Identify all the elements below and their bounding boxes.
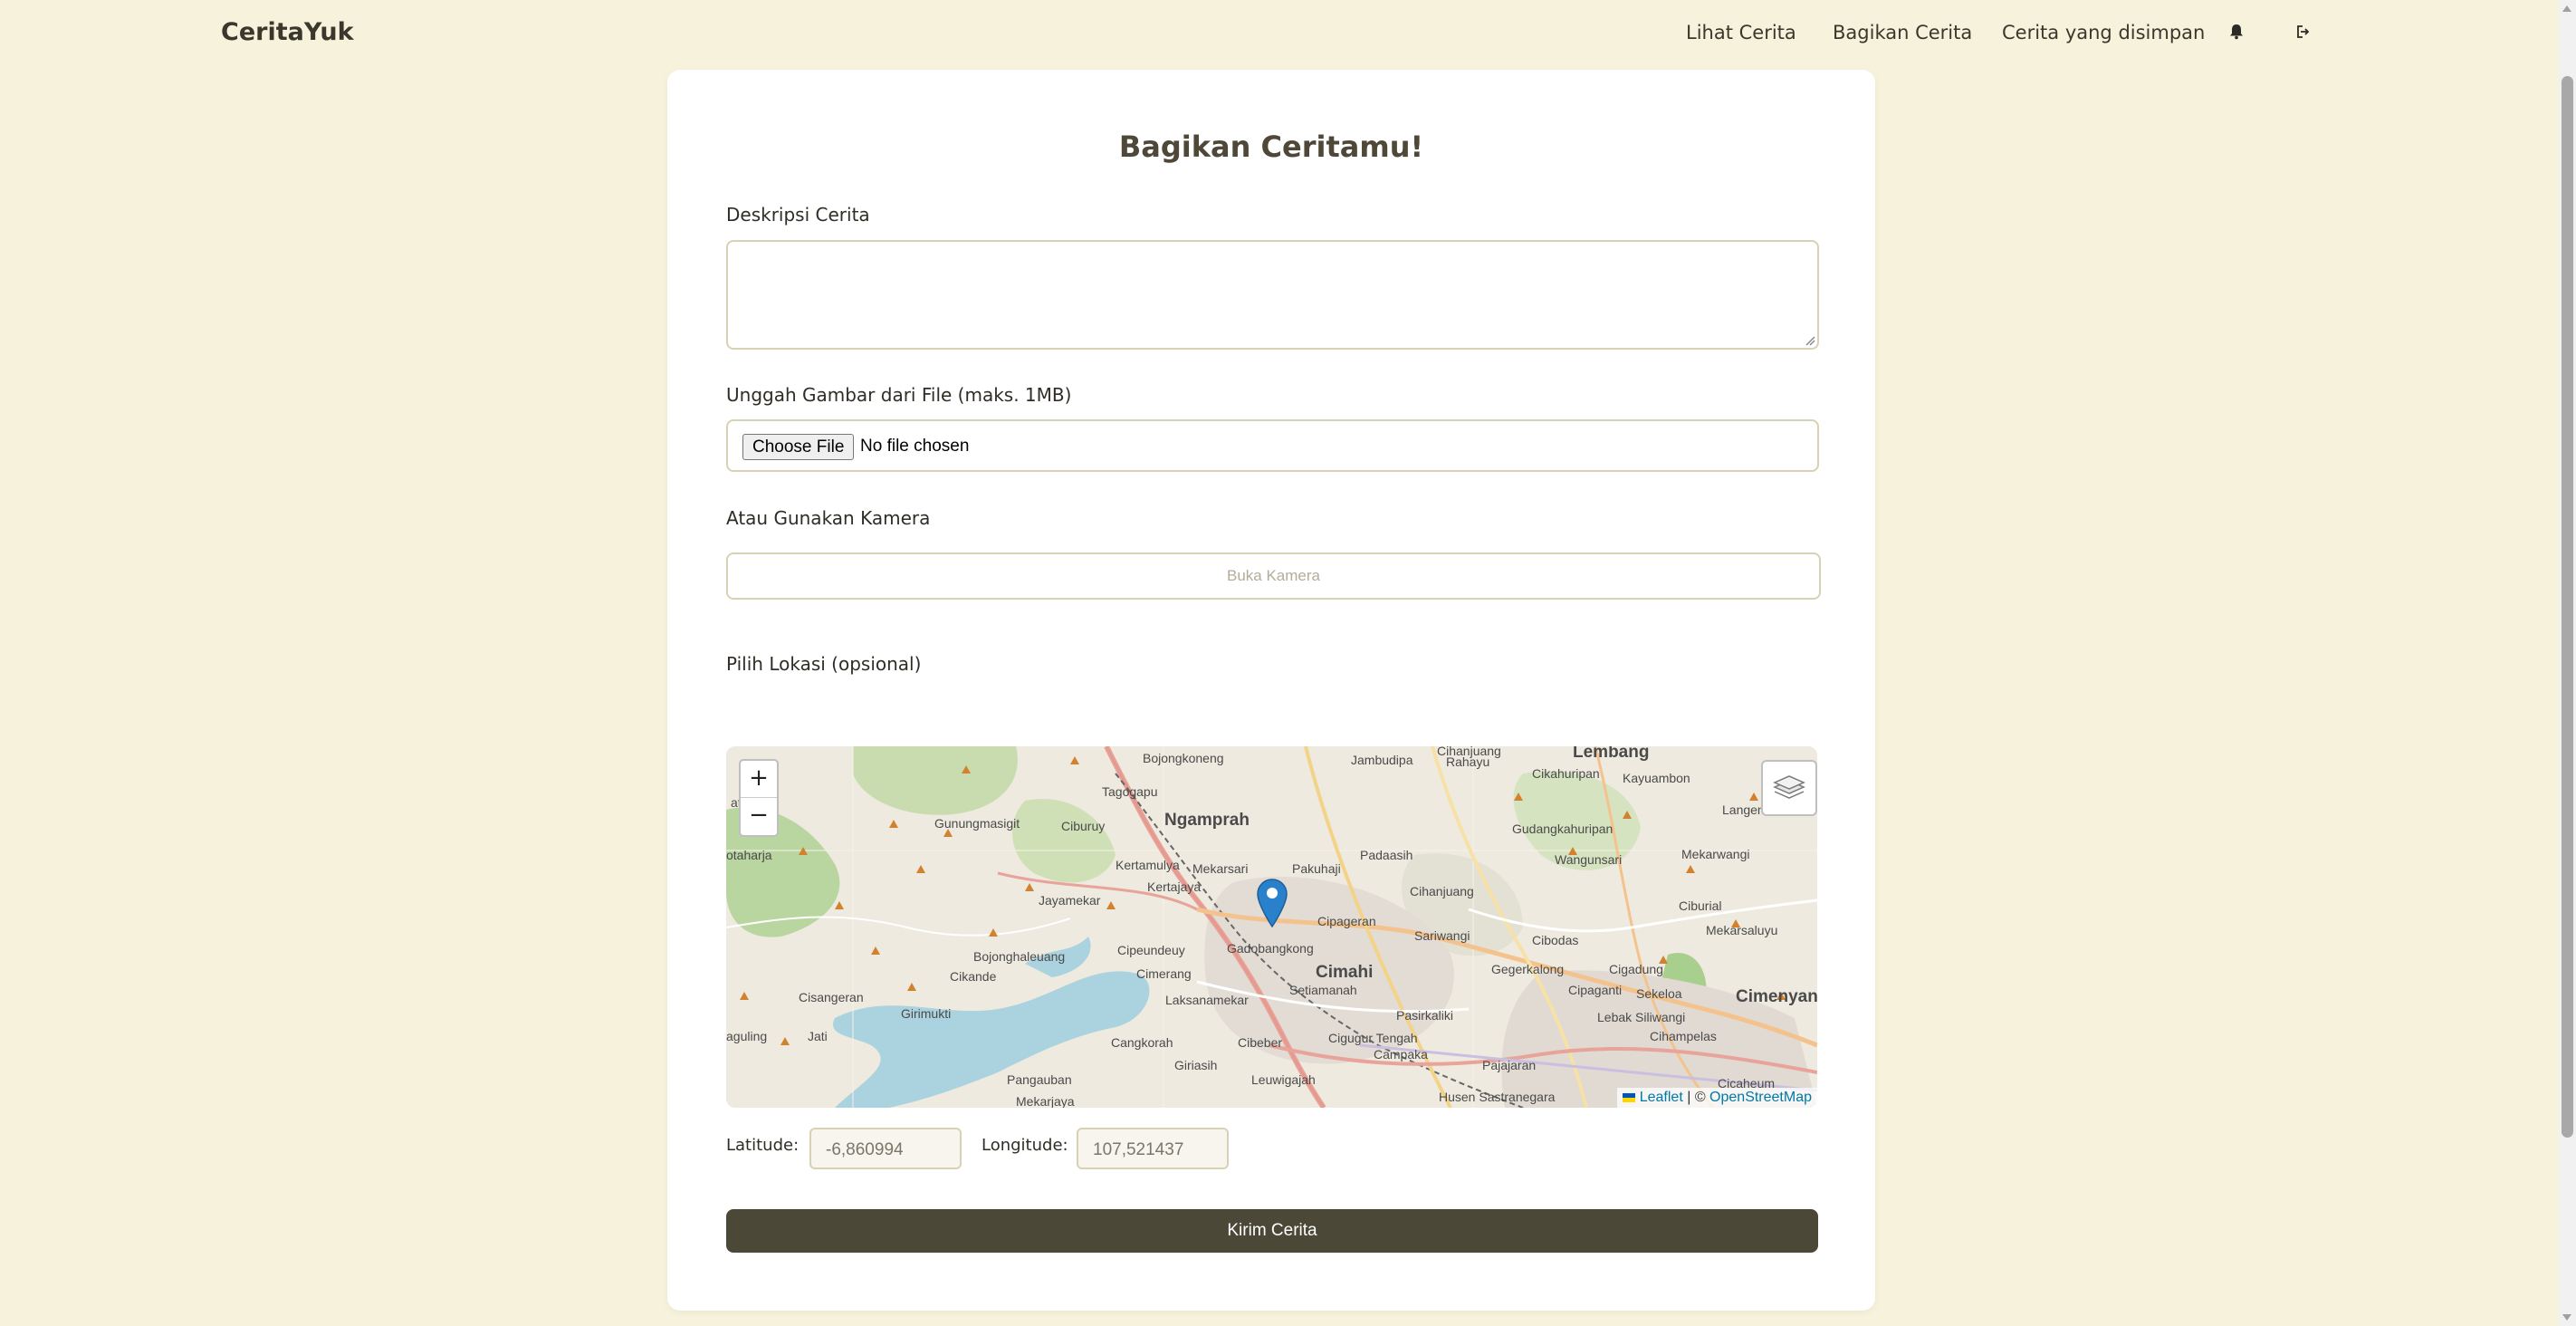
map-label-jati: Jati <box>808 1029 828 1043</box>
map-label-mekarsaluyu: Mekarsaluyu <box>1706 923 1777 937</box>
map-label-ciburuy: Ciburuy <box>1061 819 1105 833</box>
description-label: Deskripsi Cerita <box>726 204 870 226</box>
scrollbar-thumb[interactable] <box>2562 76 2573 1138</box>
map-label-bojonghaleuang: Bojonghaleuang <box>973 949 1065 964</box>
choose-file-button[interactable]: Choose File <box>742 434 855 460</box>
map-label-bojongkoneng: Bojongkoneng <box>1143 751 1224 765</box>
map-label-ciburial: Ciburial <box>1679 898 1721 913</box>
map-label-lembang: Lembang <box>1573 746 1649 762</box>
top-navbar: CeritaYuk Lihat Cerita Bagikan Cerita Ce… <box>0 0 2559 65</box>
map-label-cimerang: Cimerang <box>1136 966 1192 981</box>
location-map[interactable]: Bojongkoneng Tagogapu Gunungmasigit Cibu… <box>726 746 1817 1108</box>
map-label-cimbuleuit: Cibodas <box>1532 933 1578 947</box>
map-label-gunungmasigit: Gunungmasigit <box>934 816 1020 831</box>
map-label-ngamprah: Ngamprah <box>1164 811 1250 830</box>
bell-icon[interactable] <box>2223 18 2250 45</box>
location-label: Pilih Lokasi (opsional) <box>726 653 922 675</box>
file-input[interactable]: Choose File No file chosen <box>726 419 1819 472</box>
file-status-text: No file chosen <box>860 437 970 456</box>
map-label-mekarjaya: Mekarjaya <box>1016 1094 1075 1108</box>
map-label-pakuhaji: Pakuhaji <box>1292 861 1341 876</box>
open-camera-button[interactable]: Buka Kamera <box>726 552 1821 600</box>
map-label-tagogapu: Tagogapu <box>1102 784 1158 799</box>
upload-label: Unggah Gambar dari File (maks. 1MB) <box>726 384 1072 406</box>
map-label-gudangkahuripan: Gudangkahuripan <box>1512 822 1613 836</box>
map-label-cangkorah: Cangkorah <box>1111 1035 1173 1050</box>
map-label-aguling: aguling <box>726 1029 767 1043</box>
map-label-leuwigajah: Leuwigajah <box>1251 1072 1316 1087</box>
map-label-mekarsari: Mekarsari <box>1192 861 1248 876</box>
nav-bagikan-cerita[interactable]: Bagikan Cerita <box>1833 22 1972 43</box>
map-label-sariwangi: Sariwangi <box>1414 928 1470 943</box>
map-label-otaharja: otaharja <box>726 848 772 862</box>
map-label-sekeloa: Sekeloa <box>1636 986 1682 1001</box>
map-label-cigadung: Cigadung <box>1609 962 1663 976</box>
map-label-cisangeran: Cisangeran <box>799 990 864 1004</box>
map-label-cipaganti: Cipaganti <box>1568 983 1622 997</box>
map-attribution: Leaflet | © OpenStreetMap <box>1617 1088 1817 1108</box>
map-label-cipageran: Cipageran <box>1317 914 1376 928</box>
map-label-cikahuripan: Cikahuripan <box>1532 766 1600 781</box>
map-label-pangauban: Pangauban <box>1007 1072 1072 1087</box>
longitude-input[interactable]: 107,521437 <box>1077 1128 1229 1169</box>
map-zoom-control: + − <box>739 759 779 837</box>
logout-icon[interactable] <box>2289 18 2316 45</box>
page-scrollbar[interactable] <box>2559 0 2576 1326</box>
map-label-gadobangkong: Gadobangkong <box>1227 941 1314 956</box>
map-label-cimahi: Cimahi <box>1316 963 1373 982</box>
map-label-kertamulya: Kertamulya <box>1116 858 1180 872</box>
layers-control-button[interactable] <box>1761 760 1817 816</box>
layers-icon <box>1773 775 1805 799</box>
map-marker-icon[interactable] <box>1256 878 1288 928</box>
brand-logo[interactable]: CeritaYuk <box>221 18 354 46</box>
map-label-cihampelas: Cihampelas <box>1650 1029 1717 1043</box>
camera-label: Atau Gunakan Kamera <box>726 507 931 529</box>
map-label-cimenyan: Cimenyan <box>1736 987 1817 1006</box>
map-label-gegerkalong: Gegerkalong <box>1491 962 1564 976</box>
scroll-down-icon[interactable] <box>2562 1314 2571 1321</box>
map-label-husen: Husen Sastranegara <box>1439 1090 1556 1104</box>
map-label-pajajaran: Pajajaran <box>1482 1058 1536 1072</box>
map-label-rahayu: Rahayu <box>1446 754 1489 769</box>
story-form-card: Bagikan Ceritamu! Deskripsi Cerita Ungga… <box>667 70 1875 1311</box>
longitude-label: Longitude: <box>982 1136 1068 1155</box>
scroll-up-icon[interactable] <box>2562 5 2571 12</box>
map-label-girimukti: Girimukti <box>901 1006 951 1021</box>
map-label-cipeundeuy: Cipeundeuy <box>1117 943 1185 957</box>
zoom-in-button[interactable]: + <box>741 761 777 798</box>
latitude-input[interactable]: -6,860994 <box>809 1128 962 1169</box>
submit-story-button[interactable]: Kirim Cerita <box>726 1209 1818 1253</box>
attribution-separator: | © <box>1682 1090 1710 1105</box>
map-label-campaka: Campaka <box>1374 1047 1428 1062</box>
map-label-padaasih: Padaasih <box>1360 848 1412 862</box>
map-label-laksanamekar: Laksanamekar <box>1165 993 1249 1007</box>
page-title: Bagikan Ceritamu! <box>1118 130 1424 164</box>
map-label-giriasih: Giriasih <box>1174 1058 1217 1072</box>
nav-lihat-cerita[interactable]: Lihat Cerita <box>1686 22 1796 43</box>
map-label-cibeber: Cibeber <box>1238 1035 1282 1050</box>
leaflet-link[interactable]: Leaflet <box>1640 1090 1683 1105</box>
openstreetmap-link[interactable]: OpenStreetMap <box>1709 1090 1812 1105</box>
map-label-lebak-siliwangi: Lebak Siliwangi <box>1597 1010 1685 1024</box>
zoom-out-button[interactable]: − <box>741 798 777 834</box>
latitude-label: Latitude: <box>726 1136 800 1155</box>
map-label-jambudipa: Jambudipa <box>1351 753 1413 767</box>
nav-cerita-disimpan[interactable]: Cerita yang disimpan <box>2002 22 2205 43</box>
map-label-jayamekar: Jayamekar <box>1039 893 1101 908</box>
map-label-cihanjuang-2: Cihanjuang <box>1410 884 1474 898</box>
map-label-pasirkaliki: Pasirkaliki <box>1396 1008 1453 1023</box>
map-label-cigugur-tengah: Cigugur Tengah <box>1328 1031 1418 1045</box>
map-label-kayuambon: Kayuambon <box>1623 771 1690 785</box>
resize-handle-icon[interactable] <box>1803 333 1815 346</box>
ukraine-flag-icon <box>1623 1092 1636 1102</box>
map-label-cikande: Cikande <box>950 969 997 984</box>
map-label-mekarwangi: Mekarwangi <box>1681 847 1749 861</box>
description-textarea[interactable] <box>726 240 1819 350</box>
map-label-setiamanah: Setiamanah <box>1289 983 1357 997</box>
map-label-wangunsari: Wangunsari <box>1555 852 1622 867</box>
map-label-kertajaya: Kertajaya <box>1147 879 1201 894</box>
